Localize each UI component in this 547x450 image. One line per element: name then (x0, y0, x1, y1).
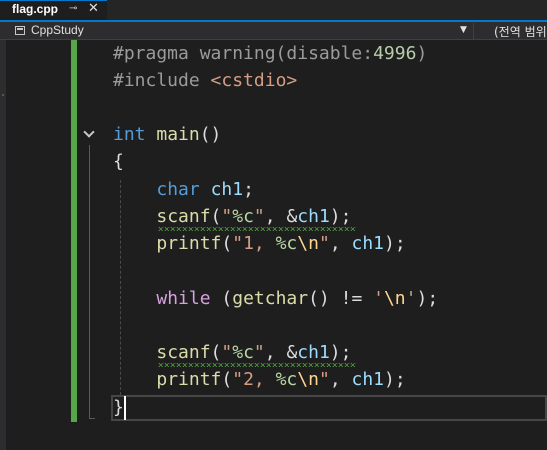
scanf-2-fmt: %c (232, 342, 254, 363)
printf-1-end: ); (384, 233, 406, 254)
margin-mark (2, 94, 4, 96)
code-line-while[interactable]: while (getchar() != '\n'); (113, 286, 438, 312)
scanf-1-fmt: %c (232, 206, 254, 227)
printf-1-fmt: %c (275, 233, 298, 254)
code-line-printf-1[interactable]: printf("1, %c\n", ch1); (113, 231, 406, 257)
scope-dropdown[interactable]: (전역 범위 (494, 23, 547, 40)
code-line-printf-2[interactable]: printf("2, %c\n", ch1); (113, 367, 406, 393)
project-icon (15, 26, 25, 35)
editor-margin (0, 40, 6, 450)
printf-2-esc: \n (297, 369, 319, 390)
scanf-2-q2: " (253, 342, 265, 363)
while-p2: () != (308, 288, 374, 309)
code-line-main[interactable]: int main() (113, 122, 221, 148)
scanf-2-arg: ch1 (297, 342, 330, 363)
while-esc: \n (383, 288, 406, 309)
scanf-1-fn: scanf (156, 206, 211, 227)
scanf-2-q1: " (221, 342, 233, 363)
printf-2-mid: , (329, 369, 352, 390)
main-return-type: int (113, 124, 146, 145)
while-fn: getchar (232, 288, 309, 309)
close-icon[interactable]: ✕ (88, 1, 99, 16)
decl-end: ; (243, 179, 254, 200)
navigation-bar: CppStudy ▼ (전역 범위 (0, 22, 547, 40)
code-line-open-brace[interactable]: { (113, 149, 124, 175)
change-tracking-bar (71, 40, 77, 422)
collapse-icon[interactable] (83, 128, 95, 140)
printf-1-open: ( (221, 233, 233, 254)
printf-2-open: ( (221, 369, 233, 390)
pragma-number: 4996 (373, 43, 417, 64)
decl-name: ch1 (210, 179, 244, 200)
printf-1-s1: "1, (232, 233, 276, 254)
fold-guide-line (89, 145, 90, 418)
scanf-1-arg: ch1 (297, 206, 330, 227)
chevron-down-icon[interactable]: ▼ (460, 25, 467, 35)
while-c2: ' (405, 288, 417, 309)
decl-type: char (156, 179, 200, 200)
code-line-close-brace[interactable]: } (113, 395, 124, 421)
printf-2-end: ); (384, 369, 406, 390)
printf-2-fmt: %c (275, 369, 298, 390)
scanf-1-q2: " (253, 206, 265, 227)
project-dropdown[interactable]: CppStudy ▼ (9, 23, 474, 39)
printf-2-arg: ch1 (351, 369, 385, 390)
printf-1-fn: printf (156, 233, 222, 254)
scanf-1-q1: " (221, 206, 233, 227)
include-header: <cstdio> (210, 70, 298, 91)
scanf-1-open: ( (210, 206, 222, 227)
tab-flag-cpp[interactable]: flag.cpp ⊸ ✕ (0, 0, 107, 20)
printf-1-s2: " (318, 233, 330, 254)
printf-1-esc: \n (297, 233, 319, 254)
pragma-directive: #pragma warning(disable: (113, 43, 374, 64)
code-line-include[interactable]: #include <cstdio> (113, 68, 297, 94)
tab-title: flag.cpp (12, 2, 59, 16)
include-directive: #include (113, 70, 211, 91)
current-line-highlight (111, 395, 547, 421)
printf-2-s1: "2, (232, 369, 276, 390)
text-caret (124, 396, 126, 420)
printf-1-mid: , (329, 233, 352, 254)
pin-icon[interactable]: ⊸ (69, 3, 77, 14)
scanf-1-end: ); (329, 206, 352, 227)
while-keyword: while (156, 288, 211, 309)
while-end: ); (416, 288, 439, 309)
fold-guide-end (89, 418, 95, 419)
printf-1-arg: ch1 (351, 233, 385, 254)
scanf-1-mid: , & (264, 206, 298, 227)
while-p1: ( (210, 288, 233, 309)
scanf-2-mid: , & (264, 342, 298, 363)
scanf-2-open: ( (210, 342, 222, 363)
document-tab-strip: flag.cpp ⊸ ✕ (0, 0, 547, 20)
project-label: CppStudy (31, 23, 84, 37)
code-line-pragma[interactable]: #pragma warning(disable:4996) (113, 41, 427, 67)
scanf-2-fn: scanf (156, 342, 211, 363)
main-parens: () (199, 124, 222, 145)
while-c1: ' (373, 288, 384, 309)
printf-2-s2: " (318, 369, 330, 390)
printf-2-fn: printf (156, 369, 222, 390)
main-name: main (156, 124, 200, 145)
scanf-2-end: ); (329, 342, 352, 363)
code-line-decl[interactable]: char ch1; (113, 177, 254, 203)
pragma-close: ) (416, 43, 428, 64)
